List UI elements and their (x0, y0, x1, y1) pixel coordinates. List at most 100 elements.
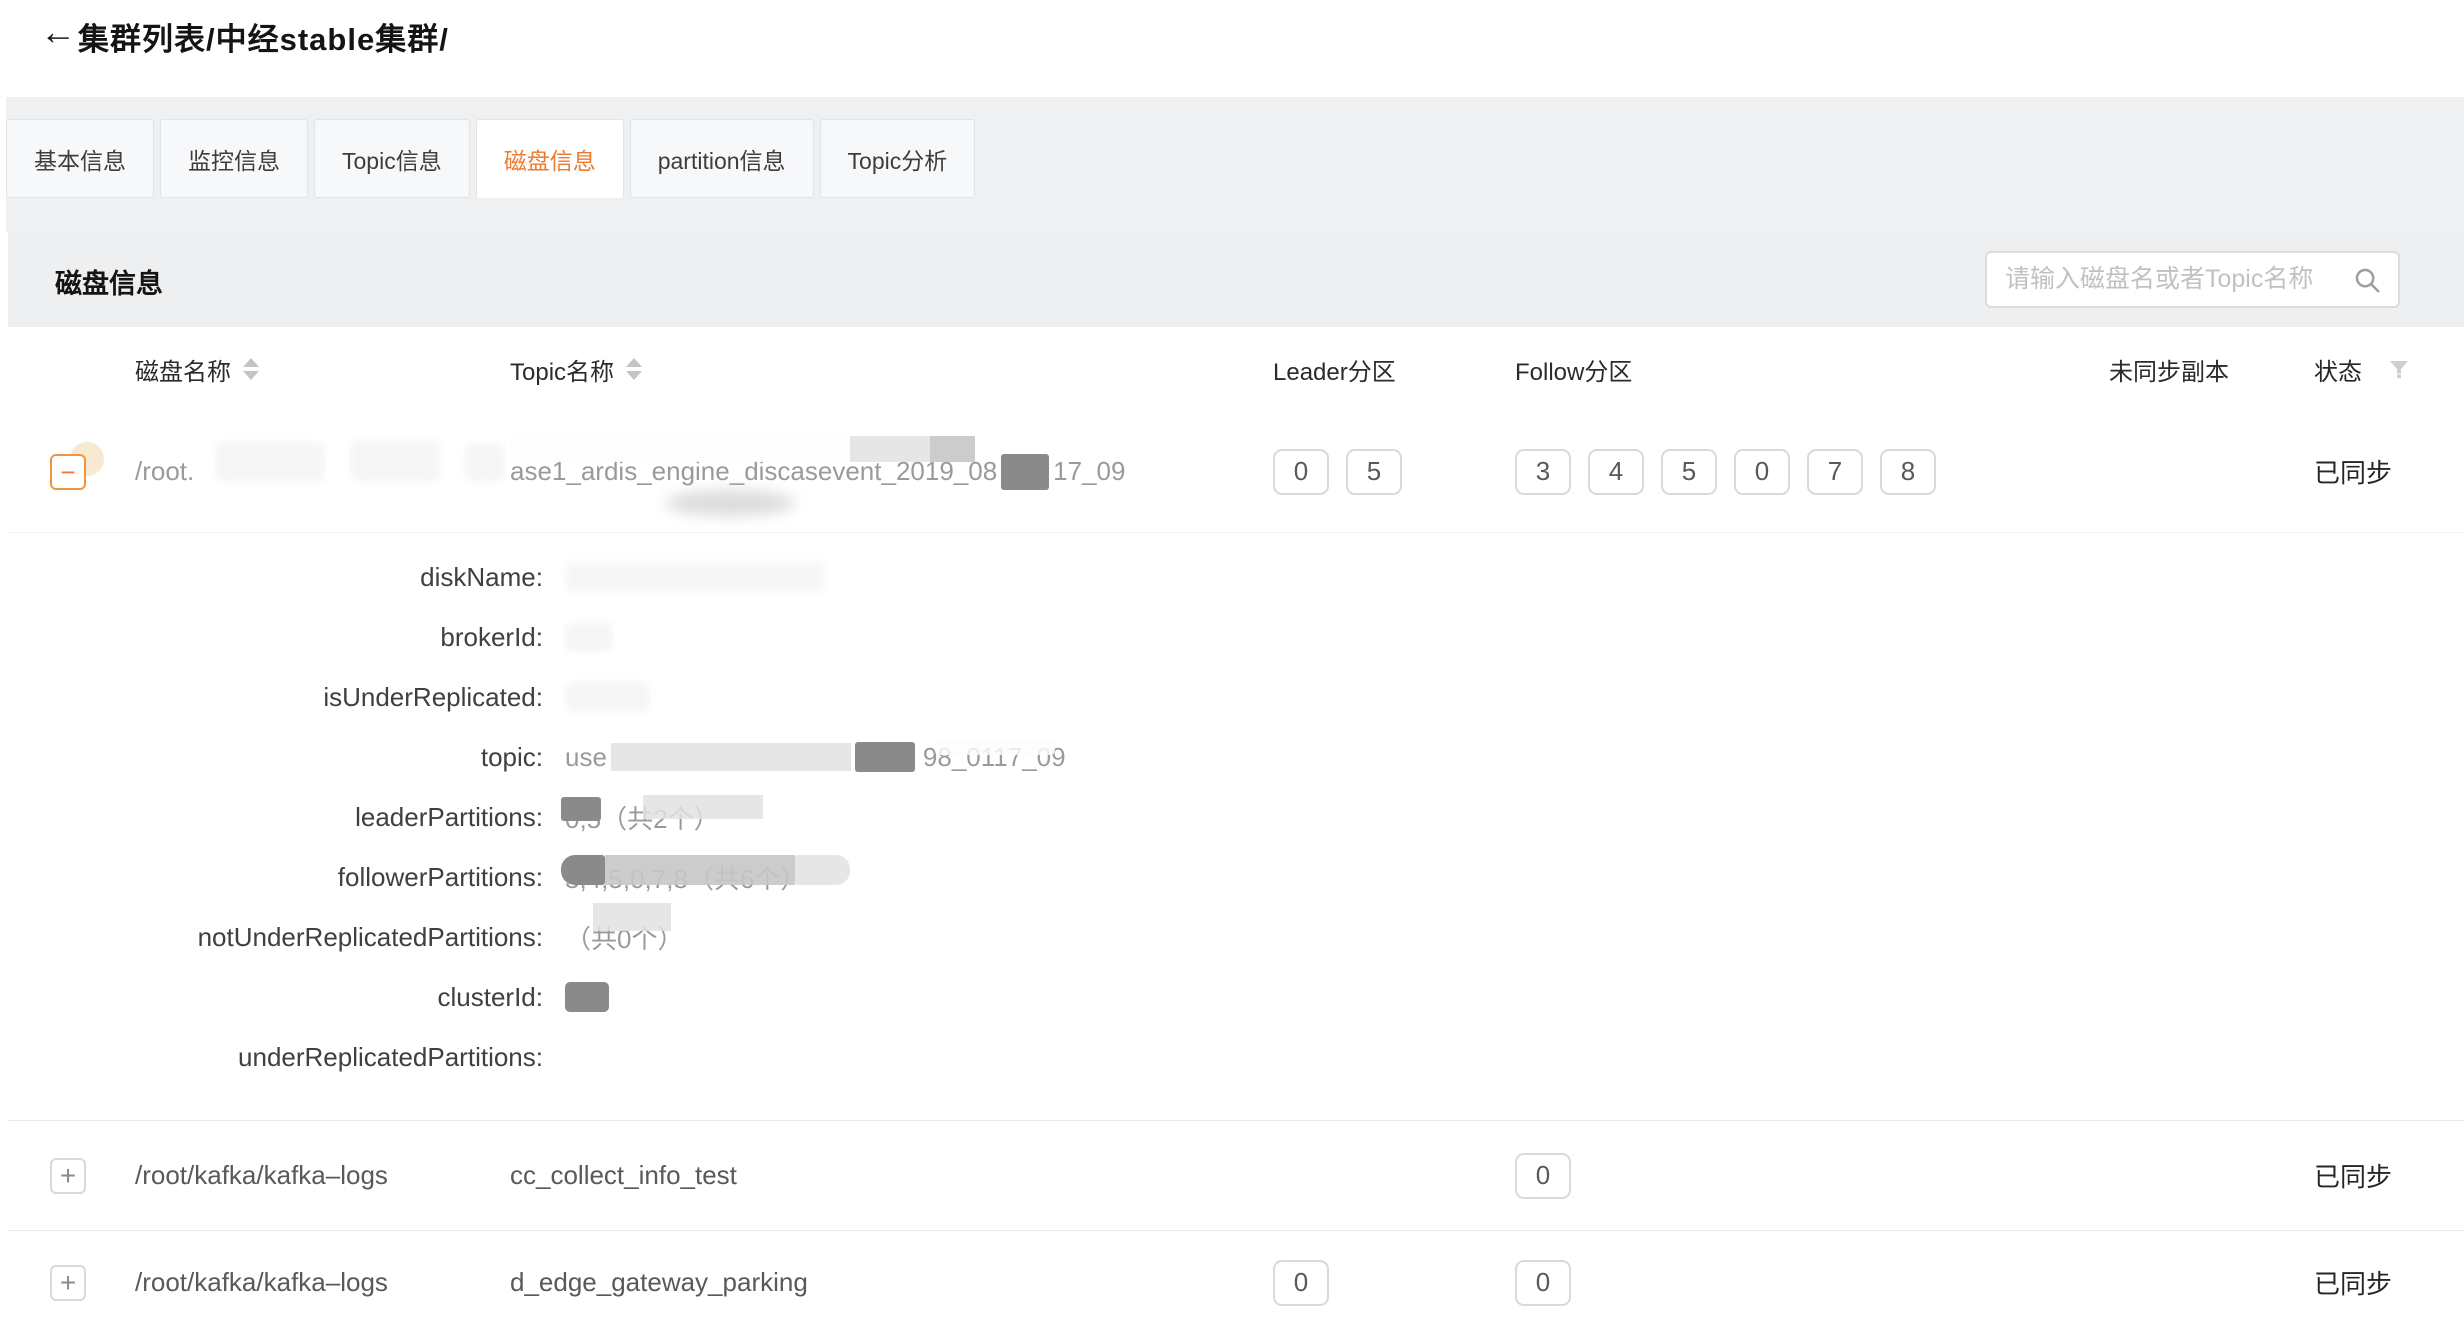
redaction-mosaic (611, 743, 851, 771)
search-input[interactable] (1987, 265, 2352, 294)
detail-row: topic: use 98_0117_09 (8, 727, 2464, 787)
tab-basic-info[interactable]: 基本信息 (6, 119, 154, 198)
caret-down-icon (626, 371, 642, 380)
redaction-mosaic (593, 903, 671, 931)
detail-label: diskName: (8, 562, 543, 593)
redaction-mosaic (565, 982, 609, 1012)
status-badge: 已同步 (2290, 1157, 2464, 1194)
topic-column-label: Topic名称 (510, 352, 614, 387)
topic-name-text: 17_09 (1053, 456, 1125, 487)
column-header-disk: 磁盘名称 (135, 352, 510, 387)
filter-icon[interactable] (2388, 358, 2410, 380)
detail-value: 0,5（共2个） (565, 797, 720, 837)
redaction-blur (565, 622, 613, 652)
detail-row: leaderPartitions: 0,5（共2个） (8, 787, 2464, 847)
column-header-unsynced: 未同步副本 (2109, 352, 2290, 387)
partition-tag: 0 (1515, 1153, 1571, 1199)
redaction-mosaic (855, 742, 915, 772)
disk-name-text: /root. (135, 456, 194, 487)
redaction-smudge (665, 490, 795, 516)
disk-info-page: ← 集群列表/中经stable集群/ 基本信息 监控信息 Topic信息 磁盘信… (0, 0, 2464, 1334)
topic-name-cell: ase1_ardis_engine_discasevent_2019_08 17… (510, 454, 1273, 490)
expand-cell: + (8, 1158, 135, 1194)
tab-monitor-info[interactable]: 监控信息 (160, 119, 308, 198)
caret-up-icon (626, 358, 642, 367)
partition-tag: 0 (1734, 449, 1790, 495)
detail-row: notUnderReplicatedPartitions: （共0个） (8, 907, 2464, 967)
redaction-mosaic (643, 795, 763, 819)
redaction-blur (935, 739, 1055, 755)
partition-tag: 0 (1273, 1260, 1329, 1306)
back-icon[interactable]: ← (40, 14, 76, 50)
expand-cell: + (8, 1265, 135, 1301)
expand-row-button[interactable]: + (50, 1158, 86, 1194)
card-toolbar: 磁盘信息 (8, 232, 2464, 327)
detail-label: underReplicatedPartitions: (8, 1042, 543, 1073)
tab-topic-info[interactable]: Topic信息 (314, 119, 470, 198)
redaction-blur (350, 440, 440, 482)
search-icon[interactable] (2352, 265, 2382, 295)
column-header-topic: Topic名称 (510, 352, 1273, 387)
partition-tag: 3 (1515, 449, 1571, 495)
redaction-blur (215, 442, 325, 482)
detail-row: isUnderReplicated: (8, 667, 2464, 727)
redaction-mosaic (561, 797, 601, 821)
redaction-mosaic (795, 855, 850, 885)
partition-tag: 8 (1880, 449, 1936, 495)
partition-tag: 7 (1807, 449, 1863, 495)
status-column-label: 状态 (2314, 352, 2362, 387)
disk-column-label: 磁盘名称 (135, 352, 231, 387)
expand-row-button[interactable]: + (50, 1265, 86, 1301)
detail-row: underReplicatedPartitions: (8, 1027, 2464, 1087)
disk-name-cell: /root/kafka/kafka–logs (135, 1267, 510, 1298)
detail-label: topic: (8, 742, 543, 773)
table-header-row: 磁盘名称 Topic名称 Leader分区 Follow分区 未同步副本 状态 (8, 327, 2464, 411)
status-badge: 已同步 (2290, 453, 2464, 490)
detail-row: brokerId: (8, 607, 2464, 667)
detail-value: 3,4,5,0,7,8（共6个） (565, 857, 806, 897)
tab-topic-analysis[interactable]: Topic分析 (820, 119, 976, 198)
tab-disk-info[interactable]: 磁盘信息 (476, 119, 624, 198)
status-badge: 已同步 (2290, 1264, 2464, 1301)
redaction-mosaic (930, 436, 975, 462)
sort-icon-disk[interactable] (243, 358, 259, 380)
sort-icon-topic[interactable] (626, 358, 642, 380)
detail-value: （共0个） (565, 917, 683, 957)
detail-value (565, 557, 825, 597)
table-row: + /root/kafka/kafka–logs cc_collect_info… (8, 1121, 2464, 1231)
follow-partitions-cell: 3 4 5 0 7 8 (1515, 449, 2109, 495)
search-box (1985, 251, 2400, 308)
section-title: 磁盘信息 (55, 262, 163, 301)
column-header-follow: Follow分区 (1515, 352, 2109, 387)
column-header-status: 状态 (2290, 352, 2464, 387)
detail-value: use 98_0117_09 (565, 737, 1066, 777)
detail-row: clusterId: (8, 967, 2464, 1027)
partition-tag: 5 (1346, 449, 1402, 495)
leader-partitions-cell: 0 5 (1273, 449, 1515, 495)
tab-bar: 基本信息 监控信息 Topic信息 磁盘信息 partition信息 Topic… (6, 119, 975, 198)
detail-value-text: use (565, 742, 607, 773)
breadcrumb-title: 集群列表/中经stable集群/ (78, 14, 449, 59)
expand-cell: − (8, 454, 135, 490)
detail-label: leaderPartitions: (8, 802, 543, 833)
detail-label: clusterId: (8, 982, 543, 1013)
table-row: − /root. ase1_ardis_engine_discasevent_2… (8, 411, 2464, 533)
detail-value (565, 617, 613, 657)
detail-label: followerPartitions: (8, 862, 543, 893)
leader-partitions-cell: 0 (1273, 1260, 1515, 1306)
caret-up-icon (243, 358, 259, 367)
tab-partition-info[interactable]: partition信息 (630, 119, 814, 198)
detail-value (565, 677, 650, 717)
detail-row: followerPartitions: 3,4,5,0,7,8（共6个） (8, 847, 2464, 907)
partition-tag: 4 (1588, 449, 1644, 495)
page-header: ← 集群列表/中经stable集群/ (0, 0, 2464, 97)
column-header-leader: Leader分区 (1273, 352, 1515, 387)
redaction-blur (565, 682, 650, 712)
follow-partitions-cell: 0 (1515, 1260, 2109, 1306)
caret-down-icon (243, 371, 259, 380)
collapse-row-button[interactable]: − (50, 454, 86, 490)
disk-name-cell: /root. (135, 456, 510, 487)
table-row: + /root/kafka/kafka–logs d_edge_gateway_… (8, 1231, 2464, 1334)
follow-partitions-cell: 0 (1515, 1153, 2109, 1199)
partition-tag: 5 (1661, 449, 1717, 495)
